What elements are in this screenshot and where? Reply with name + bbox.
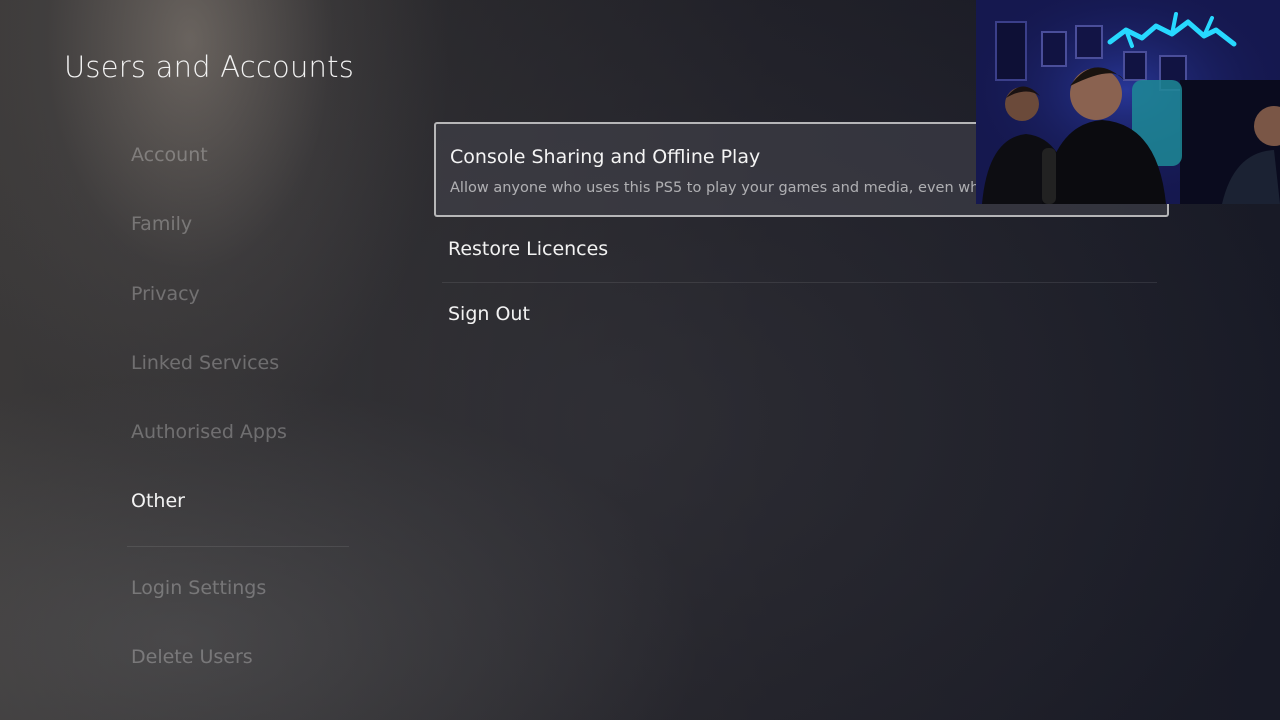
wall-frame [1075, 25, 1103, 59]
sidebar-item-family[interactable]: Family [131, 213, 192, 235]
sidebar-item-authorised-apps[interactable]: Authorised Apps [131, 421, 287, 443]
sidebar-item-privacy[interactable]: Privacy [131, 283, 200, 305]
console-sharing-title: Console Sharing and Offline Play [450, 146, 761, 168]
webcam-overlay [976, 0, 1280, 204]
person [1070, 68, 1122, 120]
options-divider [442, 282, 1157, 283]
webcam-scene [976, 0, 1280, 204]
microphone [1042, 148, 1056, 204]
sidebar-item-other[interactable]: Other [131, 490, 185, 512]
sidebar: Account Family Privacy Linked Services A… [127, 0, 361, 720]
console-sharing-description: Allow anyone who uses this PS5 to play y… [450, 180, 989, 196]
sidebar-item-account[interactable]: Account [131, 144, 208, 166]
wall-frame [1123, 51, 1147, 81]
sidebar-divider [127, 546, 349, 547]
wall-frame [995, 21, 1027, 81]
wall-frame [1041, 31, 1067, 67]
restore-licences-option[interactable]: Restore Licences [448, 238, 608, 260]
sidebar-item-linked-services[interactable]: Linked Services [131, 352, 279, 374]
sign-out-option[interactable]: Sign Out [448, 303, 530, 325]
sidebar-item-login-settings[interactable]: Login Settings [131, 577, 266, 599]
sidebar-item-delete-users[interactable]: Delete Users [131, 646, 253, 668]
